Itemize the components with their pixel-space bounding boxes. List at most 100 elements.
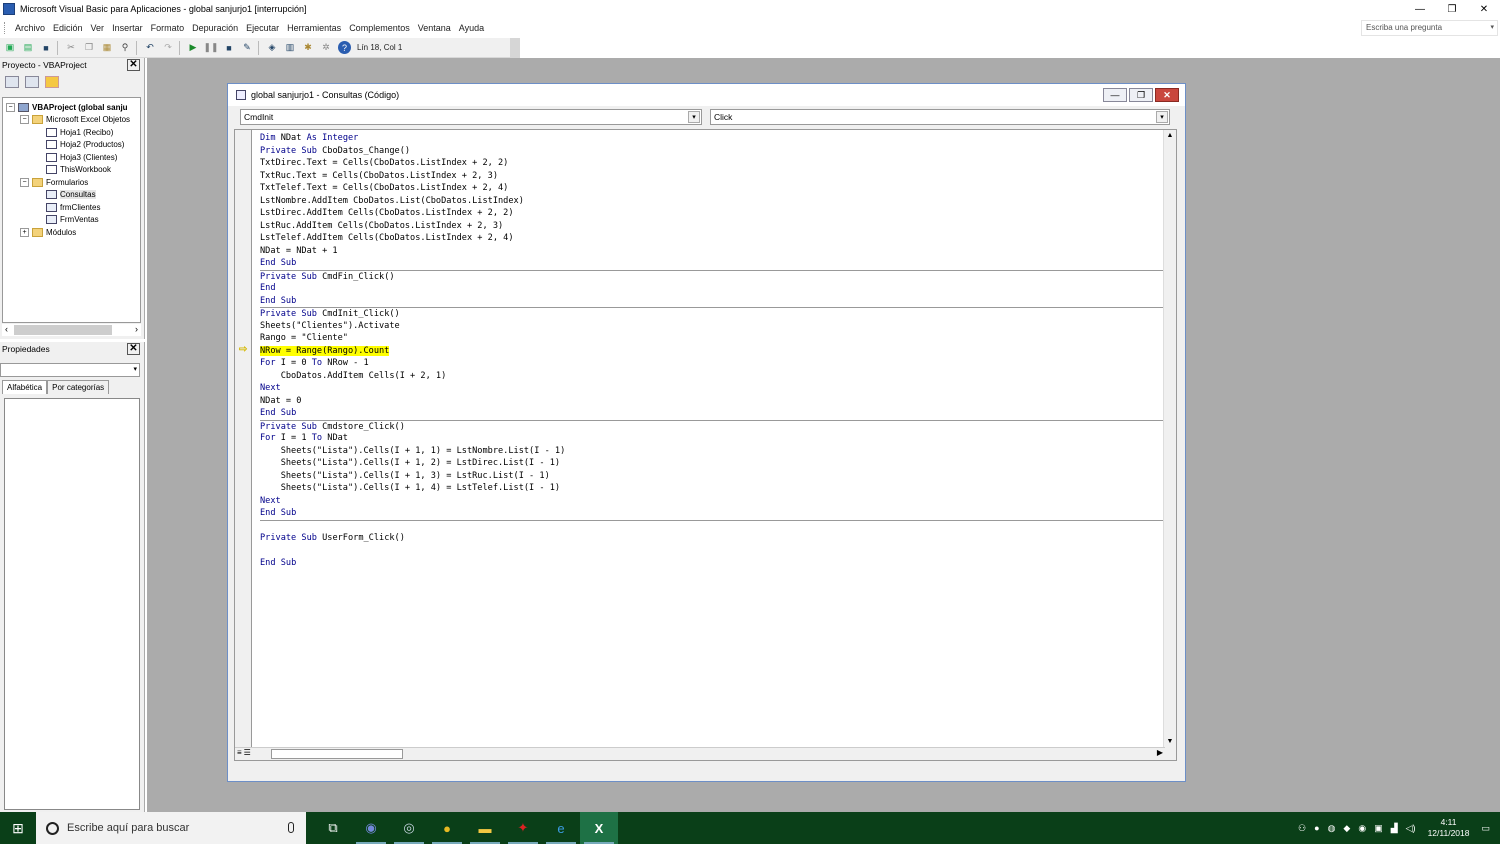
volume-icon[interactable]: ◁): [1406, 823, 1416, 834]
help-search-input[interactable]: Escriba una pregunta ▾: [1361, 20, 1498, 36]
object-dropdown[interactable]: CmdInit ▾: [240, 109, 702, 125]
toolbar-overflow[interactable]: [510, 38, 520, 58]
menu-formato[interactable]: Formato: [151, 23, 185, 33]
menu-herramientas[interactable]: Herramientas: [287, 23, 341, 33]
tray-app-icon[interactable]: ▣: [1374, 823, 1383, 834]
discord-icon[interactable]: ◉: [352, 812, 390, 844]
scroll-thumb[interactable]: [14, 325, 112, 335]
restore-button[interactable]: ❐: [1436, 0, 1468, 18]
procedure-view-icon[interactable]: ≡: [237, 748, 242, 760]
view-code-icon[interactable]: [5, 76, 19, 88]
redo-icon[interactable]: ↷: [160, 40, 176, 56]
code-line[interactable]: NDat = NDat + 1: [260, 245, 1165, 258]
collapse-icon[interactable]: −: [20, 115, 29, 125]
code-line[interactable]: For I = 1 To NDat: [260, 432, 1165, 445]
taskbar-search-box[interactable]: Escribe aquí para buscar: [36, 812, 306, 844]
tray-app-icon[interactable]: ◆: [1343, 823, 1350, 834]
properties-window-icon[interactable]: ▥: [282, 40, 298, 56]
code-line[interactable]: TxtRuc.Text = Cells(CboDatos.ListIndex +…: [260, 170, 1165, 183]
object-select[interactable]: ▾: [0, 363, 140, 377]
collapse-icon[interactable]: −: [6, 102, 15, 112]
run-icon[interactable]: ▶: [185, 40, 201, 56]
people-icon[interactable]: ⚇: [1298, 823, 1306, 834]
tree-item[interactable]: − VBAProject (global sanju: [3, 101, 140, 114]
code-line[interactable]: NRow = Range(Rango).Count: [260, 345, 1165, 358]
code-vertical-scrollbar[interactable]: ▲ ▼: [1163, 130, 1176, 760]
tree-item[interactable]: + Módulos: [3, 226, 140, 239]
tray-app-icon[interactable]: ◉: [1358, 823, 1366, 834]
tree-item[interactable]: − Formularios: [3, 176, 140, 189]
tab-alfabetica[interactable]: Alfabética: [2, 380, 48, 394]
file-explorer-icon[interactable]: ▬: [466, 812, 504, 844]
excel-view-icon[interactable]: ▣: [2, 40, 18, 56]
windows-start-icon[interactable]: ⊞: [0, 812, 36, 844]
code-line[interactable]: End Sub: [260, 507, 1165, 520]
code-line[interactable]: End: [260, 282, 1165, 295]
code-line[interactable]: LstRuc.AddItem Cells(CboDatos.ListIndex …: [260, 220, 1165, 233]
code-line[interactable]: Private Sub Cmdstore_Click(): [260, 419, 1165, 433]
scroll-left-icon[interactable]: ‹: [5, 324, 8, 334]
full-module-view-icon[interactable]: ☰: [244, 748, 251, 760]
chevron-down-icon[interactable]: ▾: [1490, 23, 1494, 31]
cut-icon[interactable]: ✂: [63, 40, 79, 56]
code-line[interactable]: Dim NDat As Integer: [260, 132, 1165, 145]
menu-archivo[interactable]: Archivo: [15, 23, 45, 33]
tree-item[interactable]: ThisWorkbook: [3, 164, 140, 177]
notifications-icon[interactable]: ▭: [1481, 823, 1490, 834]
scroll-right-icon[interactable]: ›: [135, 324, 138, 334]
code-line[interactable]: Next: [260, 495, 1165, 508]
code-line[interactable]: Private Sub CmdFin_Click(): [260, 269, 1165, 283]
code-line[interactable]: Sheets("Lista").Cells(I + 1, 2) = LstDir…: [260, 457, 1165, 470]
scroll-thumb[interactable]: [271, 749, 403, 759]
tray-app-icon[interactable]: ●: [1314, 823, 1319, 833]
code-line[interactable]: TxtDirec.Text = Cells(CboDatos.ListIndex…: [260, 157, 1165, 170]
code-line[interactable]: Sheets("Lista").Cells(I + 1, 4) = LstTel…: [260, 482, 1165, 495]
code-line[interactable]: For I = 0 To NRow - 1: [260, 357, 1165, 370]
code-line[interactable]: End Sub: [260, 407, 1165, 420]
menu-complementos[interactable]: Complementos: [349, 23, 410, 33]
chrome-icon[interactable]: ●: [428, 812, 466, 844]
scroll-down-icon[interactable]: ▼: [1164, 736, 1176, 748]
tree-item[interactable]: Hoja1 (Recibo): [3, 126, 140, 139]
properties-panel-close-button[interactable]: ✕: [127, 343, 140, 355]
menu-ayuda[interactable]: Ayuda: [459, 23, 484, 33]
project-panel-close-button[interactable]: ✕: [127, 59, 140, 71]
steam-icon[interactable]: ◎: [390, 812, 428, 844]
code-line[interactable]: Next: [260, 382, 1165, 395]
code-line[interactable]: Private Sub CboDatos_Change(): [260, 145, 1165, 158]
procedure-dropdown[interactable]: Click ▾: [710, 109, 1170, 125]
expand-icon[interactable]: +: [20, 227, 29, 237]
code-line[interactable]: Sheets("Lista").Cells(I + 1, 1) = LstNom…: [260, 445, 1165, 458]
find-icon[interactable]: ⚲: [117, 40, 133, 56]
code-line[interactable]: TxtTelef.Text = Cells(CboDatos.ListIndex…: [260, 182, 1165, 195]
object-browser-icon[interactable]: ✱: [300, 40, 316, 56]
insert-userform-icon[interactable]: ▤: [20, 40, 36, 56]
code-line[interactable]: CboDatos.AddItem Cells(I + 2, 1): [260, 370, 1165, 383]
network-icon[interactable]: ▟: [1391, 823, 1398, 834]
code-line[interactable]: End Sub: [260, 557, 1165, 570]
tree-item[interactable]: Consultas: [3, 189, 140, 202]
toggle-folders-icon[interactable]: [45, 76, 59, 88]
code-line[interactable]: Rango = "Cliente": [260, 332, 1165, 345]
excel-icon[interactable]: X: [580, 812, 618, 844]
project-tree-scrollbar[interactable]: ‹ ›: [2, 324, 141, 336]
code-line[interactable]: LstDirec.AddItem Cells(CboDatos.ListInde…: [260, 207, 1165, 220]
tree-item[interactable]: FrmVentas: [3, 214, 140, 227]
menu-ejecutar[interactable]: Ejecutar: [246, 23, 279, 33]
code-window-restore-button[interactable]: ❐: [1129, 88, 1153, 102]
code-line[interactable]: Sheets("Clientes").Activate: [260, 320, 1165, 333]
code-editor[interactable]: ⇨ Dim NDat As Integer Private Sub CboDato…: [234, 129, 1177, 761]
code-text[interactable]: Dim NDat As Integer Private Sub CboDatos_…: [260, 132, 1165, 570]
menu-edicion[interactable]: Edición: [53, 23, 83, 33]
code-window-close-button[interactable]: ✕: [1155, 88, 1179, 102]
tree-item[interactable]: Hoja2 (Productos): [3, 139, 140, 152]
scroll-right-icon[interactable]: ▶: [1157, 748, 1163, 757]
menu-insertar[interactable]: Insertar: [112, 23, 143, 33]
properties-grid[interactable]: [4, 398, 140, 810]
menu-ventana[interactable]: Ventana: [418, 23, 451, 33]
code-window-minimize-button[interactable]: —: [1103, 88, 1127, 102]
reset-icon[interactable]: ■: [221, 40, 237, 56]
chevron-down-icon[interactable]: ▾: [688, 111, 700, 123]
task-view-icon[interactable]: ⧉: [314, 812, 352, 844]
game-app-icon[interactable]: ✦: [504, 812, 542, 844]
